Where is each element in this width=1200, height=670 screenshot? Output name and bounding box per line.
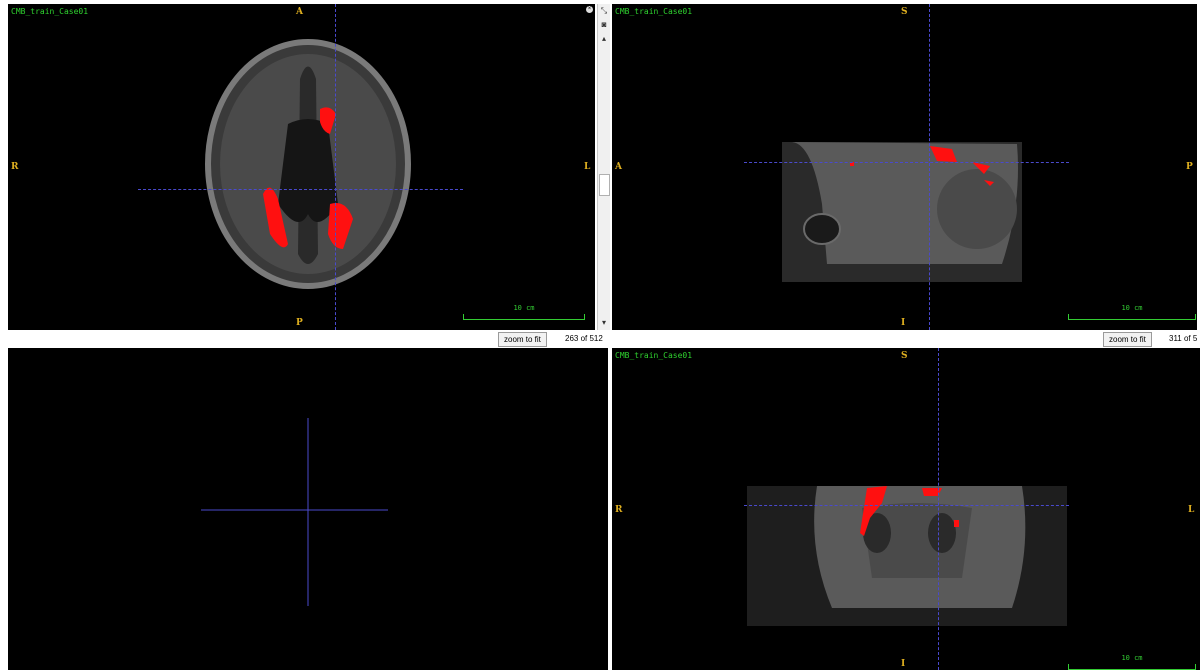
crosshair-horizontal[interactable] [744,162,1069,163]
orientation-right: L [584,162,591,172]
coronal-viewport[interactable]: CMB_train_Case01 S I R L 10 cm [612,348,1200,670]
sagittal-statusbar: zoom to fit 311 of 5 [612,331,1200,348]
sagittal-image [782,142,1022,282]
orientation-bottom: I [901,318,906,328]
orientation-right: P [1186,162,1193,172]
orientation-left: R [11,162,19,172]
orientation-left: R [615,505,623,515]
orientation-left: A [615,162,622,172]
viewport-title: CMB_train_Case01 [615,7,693,16]
3d-viewport[interactable] [8,348,608,670]
axial-statusbar: zoom to fit 263 of 512 [8,331,603,348]
crosshair-horizontal[interactable] [744,505,1069,506]
scale-bar: 10 cm [463,304,585,320]
crosshair-horizontal[interactable] [138,189,463,190]
orientation-top: S [901,7,908,17]
orientation-right: L [1188,505,1195,515]
scroll-down-icon[interactable]: ▾ [599,318,609,328]
camera-icon[interactable]: ◙ [599,20,609,30]
viewport-title: CMB_train_Case01 [11,7,89,16]
crosshair-vertical[interactable] [335,4,336,330]
axial-image [205,39,411,289]
viewport-title: CMB_train_Case01 [615,351,693,360]
scale-bar: 10 cm [1068,654,1196,670]
3d-axes [201,418,388,606]
scroll-up-icon[interactable]: ▴ [599,34,609,44]
slice-counter: 263 of 512 [565,334,603,343]
zoom-to-fit-button[interactable]: zoom to fit [498,332,547,347]
zoom-to-fit-button[interactable]: zoom to fit [1103,332,1152,347]
orientation-top: A [296,7,303,17]
coronal-image [747,486,1067,626]
close-icon[interactable]: × [586,6,593,13]
scale-bar: 10 cm [1068,304,1196,320]
crosshair-vertical[interactable] [929,4,930,330]
crosshair-vertical[interactable] [938,348,939,670]
orientation-top: S [901,351,908,361]
orientation-bottom: P [296,318,303,328]
axial-viewport[interactable]: CMB_train_Case01 A P R L 10 cm × [8,4,595,330]
sagittal-viewport[interactable]: CMB_train_Case01 S I A P 10 cm [612,4,1197,330]
orientation-bottom: I [901,659,906,669]
scrollbar-thumb[interactable] [599,174,610,196]
viewport-toolstrip: ⤡ ◙ ▴ ▾ [597,4,610,330]
restore-icon[interactable]: ⤡ [599,6,609,16]
slice-counter: 311 of 5 [1169,334,1198,343]
